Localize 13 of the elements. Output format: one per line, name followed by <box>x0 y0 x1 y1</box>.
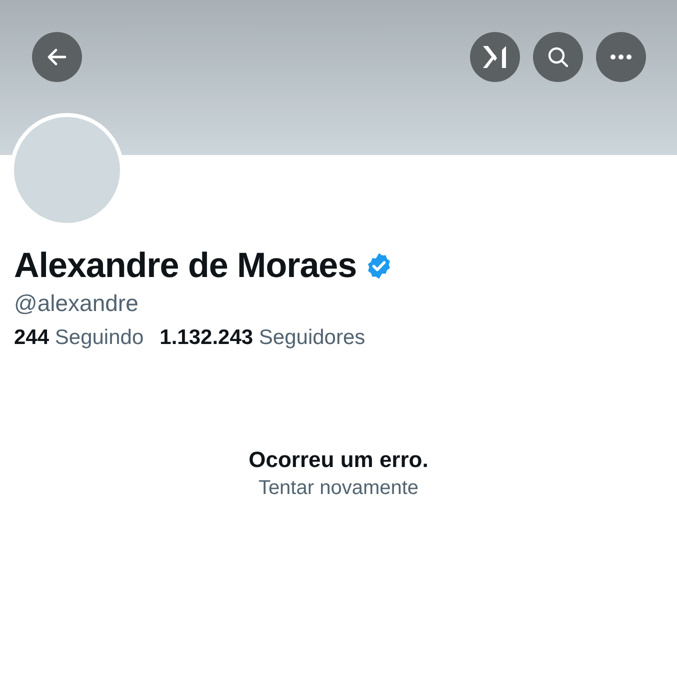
grok-button[interactable] <box>470 32 520 82</box>
search-icon <box>546 45 570 69</box>
follow-stat-link[interactable]: 244 Seguindo <box>14 324 144 352</box>
profile-name: Alexandre de Moraes <box>14 245 357 287</box>
follow-stat-link[interactable]: 1.132.243 Seguidores <box>160 324 366 352</box>
slash-logo-icon <box>482 45 508 69</box>
more-icon <box>610 54 632 60</box>
search-button[interactable] <box>533 32 583 82</box>
profile-handle: @alexandre <box>14 289 140 318</box>
retry-link[interactable]: Tentar novamente <box>258 474 419 502</box>
back-button[interactable] <box>32 32 82 82</box>
more-button[interactable] <box>596 32 646 82</box>
error-message: Ocorreu um erro. <box>248 446 428 474</box>
